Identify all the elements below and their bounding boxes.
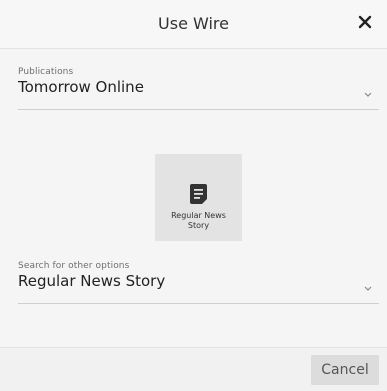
use-wire-dialog: Use Wire Publications Tomorrow Online Re…	[0, 0, 387, 391]
publications-underline	[18, 109, 379, 110]
publications-select[interactable]: Publications Tomorrow Online	[18, 67, 379, 111]
chevron-down-icon	[364, 286, 372, 291]
publications-value: Tomorrow Online	[18, 78, 144, 96]
cancel-button[interactable]: Cancel	[311, 355, 379, 385]
search-options-value: Regular News Story	[18, 272, 166, 290]
search-options-underline	[18, 303, 379, 304]
tile-label-line1: Regular News	[171, 211, 226, 220]
chevron-down-icon	[364, 92, 372, 97]
close-icon[interactable]	[353, 10, 377, 34]
dialog-title: Use Wire	[158, 14, 229, 33]
regular-news-story-tile[interactable]: Regular News Story	[155, 154, 242, 241]
search-options-label: Search for other options	[18, 261, 130, 271]
document-icon	[190, 184, 207, 204]
search-options-select[interactable]: Search for other options Regular News St…	[18, 261, 379, 305]
dialog-header: Use Wire	[0, 0, 387, 49]
tile-label-line2: Story	[187, 221, 210, 230]
dialog-footer: Cancel	[0, 347, 387, 391]
publications-label: Publications	[18, 67, 74, 77]
tile-label: Regular News Story	[155, 211, 242, 231]
